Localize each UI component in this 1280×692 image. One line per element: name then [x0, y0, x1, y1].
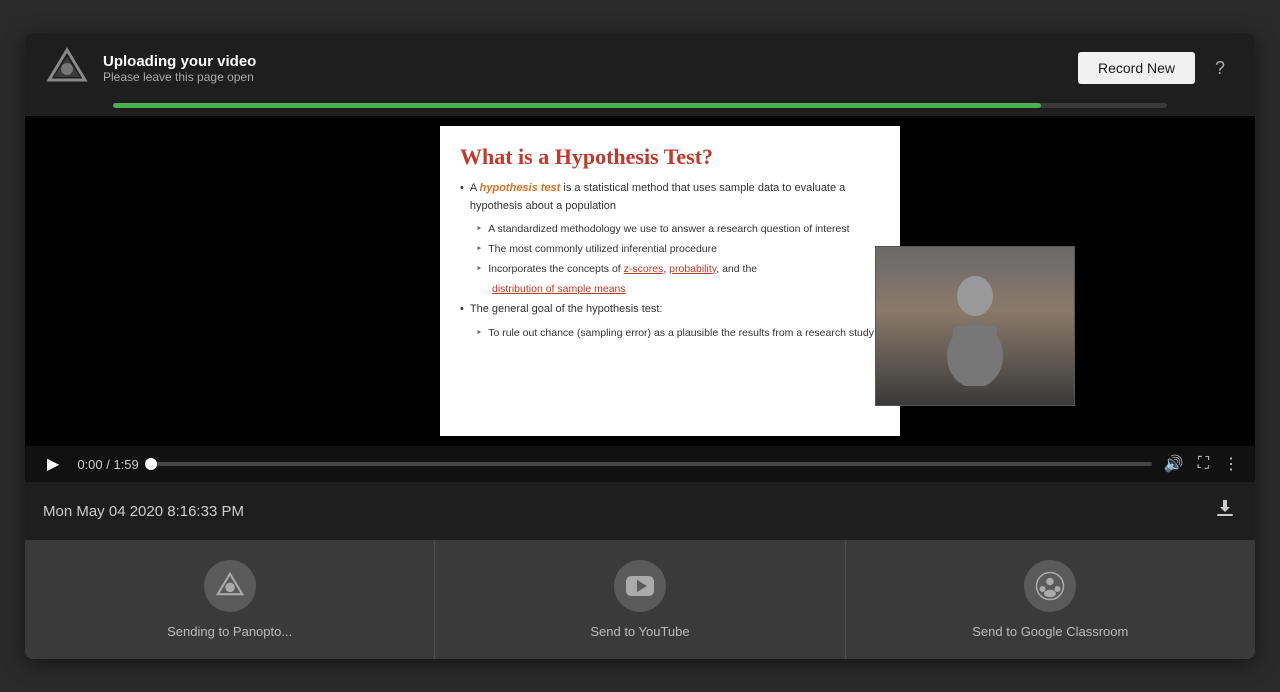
webcam-person — [876, 247, 1074, 405]
video-area: What is a Hypothesis Test? A hypothesis … — [25, 116, 1255, 446]
send-to-classroom-button[interactable]: Send to Google Classroom — [846, 540, 1255, 659]
youtube-label: Send to YouTube — [590, 624, 689, 639]
header: Uploading your video Please leave this p… — [25, 33, 1255, 116]
fullscreen-button[interactable]: ⛶ — [1198, 455, 1209, 473]
slide-bullet-2: The general goal of the hypothesis test: — [460, 301, 880, 319]
slide-sub-3: Incorporates the concepts of z-scores, p… — [476, 261, 880, 278]
play-button[interactable]: ▶ — [41, 452, 65, 476]
classroom-icon-svg — [1035, 571, 1065, 601]
bullet2-text: The general goal of the hypothesis test: — [470, 301, 663, 319]
download-icon — [1213, 496, 1237, 520]
classroom-share-icon — [1024, 560, 1076, 612]
hypothesis-test-term: hypothesis test — [480, 182, 561, 194]
panopto-icon-svg — [215, 571, 245, 601]
sub3-continued: distribution of sample means — [492, 281, 880, 298]
video-date: Mon May 04 2020 8:16:33 PM — [43, 503, 244, 520]
record-new-button[interactable]: Record New — [1078, 52, 1195, 84]
header-right: Record New ? — [1078, 52, 1235, 84]
seek-bar[interactable] — [151, 462, 1152, 466]
panopto-logo-icon — [45, 46, 89, 90]
panopto-label: Sending to Panopto... — [167, 624, 292, 639]
video-ctrl-right: 🔊 ⛶ ⋮ — [1164, 454, 1239, 474]
more-options-button[interactable]: ⋮ — [1223, 454, 1239, 474]
seek-ball — [145, 458, 157, 470]
download-button[interactable] — [1213, 496, 1237, 526]
header-title: Uploading your video — [103, 53, 256, 70]
upload-progress-bar-container — [25, 103, 1255, 116]
slide-title: What is a Hypothesis Test? — [440, 126, 900, 180]
send-to-panopto-button[interactable]: Sending to Panopto... — [25, 540, 435, 659]
progress-fill — [113, 103, 1041, 108]
sub4-text: To rule out chance (sampling error) as a… — [488, 325, 874, 342]
slide-content-area: What is a Hypothesis Test? A hypothesis … — [440, 126, 900, 436]
probability-link: probability — [669, 263, 716, 275]
slide-body: A hypothesis test is a statistical metho… — [440, 180, 900, 342]
panopto-share-icon — [204, 560, 256, 612]
youtube-icon-svg — [626, 576, 654, 596]
bullet1-text: A hypothesis test is a statistical metho… — [470, 180, 880, 215]
zscores-link: z-scores — [624, 263, 664, 275]
classroom-label: Send to Google Classroom — [972, 624, 1128, 639]
progress-track — [113, 103, 1167, 108]
sub3-text: Incorporates the concepts of z-scores, p… — [488, 261, 757, 278]
header-subtitle: Please leave this page open — [103, 70, 256, 84]
volume-button[interactable]: 🔊 — [1164, 454, 1184, 474]
video-controls-bar: ▶ 0:00 / 1:59 🔊 ⛶ ⋮ — [25, 446, 1255, 482]
help-button[interactable]: ? — [1205, 53, 1235, 83]
header-title-block: Uploading your video Please leave this p… — [103, 53, 256, 84]
slide-sub-4: To rule out chance (sampling error) as a… — [476, 325, 880, 342]
app-window: Uploading your video Please leave this p… — [25, 33, 1255, 659]
slide-bullet-1: A hypothesis test is a statistical metho… — [460, 180, 880, 215]
slide-sub-1: A standardized methodology we use to ans… — [476, 221, 880, 238]
sub2-text: The most commonly utilized inferential p… — [488, 241, 717, 258]
slide-sub-2: The most commonly utilized inferential p… — [476, 241, 880, 258]
youtube-share-icon — [614, 560, 666, 612]
header-left: Uploading your video Please leave this p… — [45, 46, 256, 90]
send-to-youtube-button[interactable]: Send to YouTube — [435, 540, 845, 659]
person-silhouette — [935, 266, 1015, 386]
time-display: 0:00 / 1:59 — [77, 457, 138, 472]
share-bar: Sending to Panopto... Send to YouTube — [25, 540, 1255, 659]
webcam-overlay — [875, 246, 1075, 406]
info-bar: Mon May 04 2020 8:16:33 PM — [25, 482, 1255, 540]
sub1-text: A standardized methodology we use to ans… — [488, 221, 849, 238]
distribution-link: distribution of sample means — [492, 283, 626, 295]
